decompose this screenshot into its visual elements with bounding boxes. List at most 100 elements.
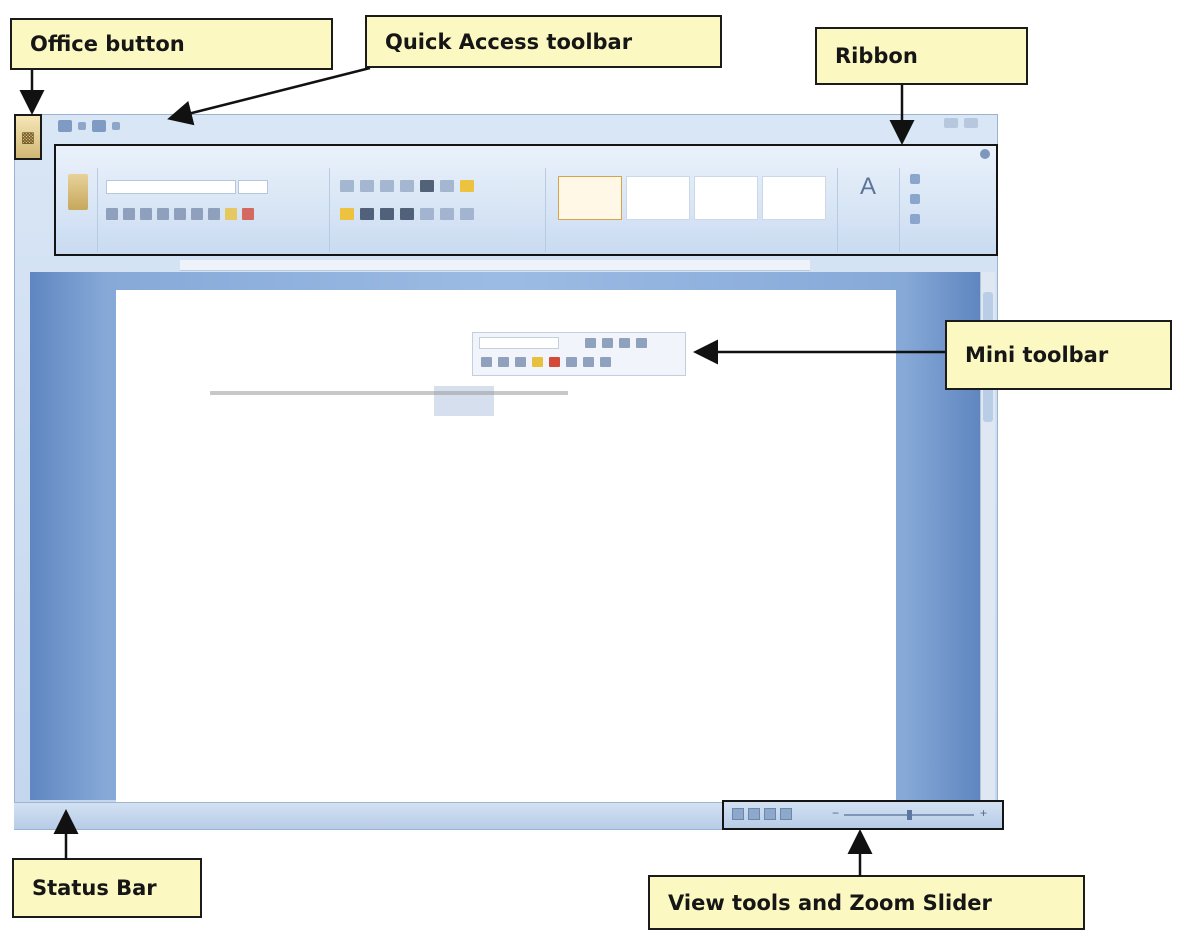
strikethrough-icon[interactable] <box>157 208 169 220</box>
shading-icon[interactable] <box>440 208 454 220</box>
mini-styles-icon[interactable] <box>636 338 647 348</box>
office-button-callout: Office button <box>10 18 333 70</box>
print-layout-icon[interactable] <box>732 808 744 820</box>
font-group <box>100 168 330 252</box>
office-button-label: Office button <box>30 32 185 56</box>
mini-bold-icon[interactable] <box>481 357 492 367</box>
undo-icon[interactable] <box>78 122 86 130</box>
find-button[interactable] <box>910 174 920 184</box>
full-screen-reading-icon[interactable] <box>748 808 760 820</box>
style-no-spacing[interactable] <box>626 176 690 220</box>
window-title <box>430 120 590 132</box>
style-normal[interactable] <box>558 176 622 220</box>
highlight-icon[interactable] <box>225 208 237 220</box>
quick-access-toolbar-label: Quick Access toolbar <box>385 29 633 54</box>
mini-toolbar-callout: Mini toolbar <box>945 320 1172 390</box>
superscript-icon[interactable] <box>191 208 203 220</box>
align-left-icon[interactable] <box>340 208 354 220</box>
change-styles-group: A <box>840 168 900 252</box>
editing-group <box>902 168 992 252</box>
web-layout-icon[interactable] <box>764 808 776 820</box>
mini-grow-font-icon[interactable] <box>585 338 596 348</box>
text-line-placeholder <box>210 391 568 395</box>
bullets-icon[interactable] <box>340 180 354 192</box>
status-bar-label: Status Bar <box>32 876 157 900</box>
mini-italic-icon[interactable] <box>498 357 509 367</box>
replace-button[interactable] <box>910 194 920 204</box>
paste-icon[interactable] <box>68 174 88 210</box>
zoom-in-icon[interactable]: + <box>980 806 987 820</box>
justify-icon[interactable] <box>400 208 414 220</box>
horizontal-ruler[interactable] <box>180 260 810 271</box>
style-heading-2[interactable] <box>762 176 826 220</box>
ribbon-tabs: ​ ​ ​ ​ ​ ​ ​ <box>76 150 232 161</box>
replace-icon <box>910 194 920 204</box>
view-tools-and-zoom: − + <box>722 800 1004 830</box>
font-color-icon[interactable] <box>242 208 254 220</box>
select-button[interactable] <box>910 214 920 224</box>
help-icon[interactable] <box>980 149 990 159</box>
mini-font-field[interactable] <box>479 337 559 349</box>
align-right-icon[interactable] <box>380 208 394 220</box>
mini-format-painter-icon[interactable] <box>619 338 630 348</box>
document-text-line[interactable] <box>210 388 570 400</box>
mini-toolbar-label: Mini toolbar <box>965 343 1109 367</box>
find-icon <box>910 174 920 184</box>
bold-icon[interactable] <box>106 208 118 220</box>
align-center-icon[interactable] <box>360 208 374 220</box>
mini-font-color-icon[interactable] <box>549 357 560 367</box>
minimize-icon[interactable] <box>944 118 958 128</box>
multilevel-list-icon[interactable] <box>380 180 394 192</box>
redo-icon[interactable] <box>92 120 106 132</box>
outline-icon[interactable] <box>780 808 792 820</box>
italic-icon[interactable] <box>123 208 135 220</box>
mini-shrink-font-icon[interactable] <box>602 338 613 348</box>
window-controls <box>944 118 978 128</box>
font-size-field[interactable] <box>238 180 268 194</box>
view-tools-label: View tools and Zoom Slider <box>668 890 992 915</box>
paragraph-row-1 <box>340 180 474 192</box>
underline-icon[interactable] <box>140 208 152 220</box>
customize-qat-icon[interactable] <box>112 122 120 130</box>
mini-bullets-icon[interactable] <box>600 357 611 367</box>
quick-access-toolbar <box>58 118 168 134</box>
mini-toolbar-row-1 <box>585 338 647 348</box>
sort-icon[interactable] <box>440 180 454 192</box>
view-tools-callout: View tools and Zoom Slider <box>648 875 1085 930</box>
zoom-thumb-icon[interactable] <box>907 810 912 820</box>
quick-access-toolbar-callout: Quick Access toolbar <box>365 15 722 68</box>
paragraph-row-2 <box>340 208 474 220</box>
maximize-icon[interactable] <box>964 118 978 128</box>
clipboard-group <box>60 168 98 252</box>
change-case-icon[interactable] <box>208 208 220 220</box>
office-orb-icon: ▩ <box>20 129 36 146</box>
select-icon <box>910 214 920 224</box>
borders-icon[interactable] <box>460 208 474 220</box>
styles-group <box>548 168 838 252</box>
status-bar-callout: Status Bar <box>12 858 202 918</box>
zoom-out-icon[interactable]: − <box>832 806 839 820</box>
font-format-buttons <box>106 208 254 220</box>
font-name-field[interactable] <box>106 180 236 194</box>
ribbon-callout: Ribbon <box>815 27 1028 85</box>
increase-indent-icon[interactable] <box>420 180 434 192</box>
mini-highlight-icon[interactable] <box>532 357 543 367</box>
subscript-icon[interactable] <box>174 208 186 220</box>
zoom-slider[interactable] <box>844 810 974 820</box>
line-spacing-icon[interactable] <box>420 208 434 220</box>
quick-access-toolbar-arrow <box>167 66 371 126</box>
save-icon[interactable] <box>58 120 72 132</box>
ribbon-label: Ribbon <box>835 44 918 68</box>
mini-increase-indent-icon[interactable] <box>583 357 594 367</box>
mini-toolbar <box>472 332 686 376</box>
change-styles-icon[interactable]: A <box>854 174 882 200</box>
mini-center-icon[interactable] <box>515 357 526 367</box>
decrease-indent-icon[interactable] <box>400 180 414 192</box>
numbering-icon[interactable] <box>360 180 374 192</box>
ribbon: ​ ​ ​ ​ ​ ​ ​ <box>54 144 998 256</box>
show-marks-icon[interactable] <box>460 180 474 192</box>
office-button[interactable]: ▩ <box>14 114 42 160</box>
mini-decrease-indent-icon[interactable] <box>566 357 577 367</box>
style-heading-1[interactable] <box>694 176 758 220</box>
paragraph-group <box>332 168 546 252</box>
